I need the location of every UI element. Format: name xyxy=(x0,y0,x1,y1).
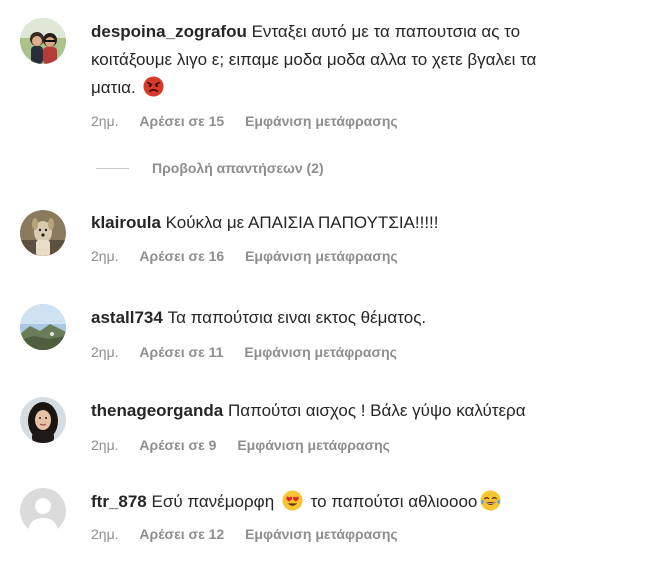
comment-meta: 2ημ. Αρέσει σε 12 Εμφάνιση μετάφρασης xyxy=(91,525,636,543)
comment-text-content: Κούκλα με ΑΠΑΙΣΙΑ ΠΑΠΟΥΤΣΙΑ!!!!! xyxy=(165,213,439,232)
avatar[interactable] xyxy=(20,397,66,443)
comment-username[interactable]: astall734 xyxy=(91,308,163,327)
comment-text-content: Παπούτσι αισχος ! Βάλε γύψο καλύτερα xyxy=(227,401,526,420)
avatar-photo-couple xyxy=(20,18,66,64)
show-translation-button[interactable]: Εμφάνιση μετάφρασης xyxy=(237,437,390,453)
comment-username[interactable]: thenageorganda xyxy=(91,401,223,420)
heart-eyes-emoji xyxy=(282,490,303,511)
comment-likes[interactable]: Αρέσει σε 9 xyxy=(139,437,216,453)
comment-text: astall734 Τα παπούτσια ειναι εκτος θέματ… xyxy=(91,304,636,332)
comment-text-content: Τα παπούτσια ειναι εκτος θέματος. xyxy=(167,308,427,327)
comment-username[interactable]: ftr_878 xyxy=(91,492,147,511)
comment-meta: 2ημ. Αρέσει σε 9 Εμφάνιση μετάφρασης xyxy=(91,436,636,454)
comment-meta: 2ημ. Αρέσει σε 11 Εμφάνιση μετάφρασης xyxy=(91,343,636,361)
comment-likes[interactable]: Αρέσει σε 16 xyxy=(139,248,224,264)
comment-likes[interactable]: Αρέσει σε 15 xyxy=(139,113,224,129)
comment-meta: 2ημ. Αρέσει σε 15 Εμφάνιση μετάφρασης xyxy=(91,112,636,130)
default-avatar-icon xyxy=(20,488,66,534)
comment-text: thenageorganda Παπούτσι αισχος ! Βάλε γύ… xyxy=(91,397,636,425)
comment-text-line2: κοιτάξουμε λιγο ε; ειπαμε μοδα μοδα αλλα… xyxy=(91,50,537,69)
comment-text-part1: Εσύ πανέμορφη xyxy=(151,492,275,511)
comment-text: klairoula Κούκλα με ΑΠΑΙΣΙΑ ΠΑΠΟΥΤΣΙΑ!!!… xyxy=(91,209,636,237)
show-translation-button[interactable]: Εμφάνιση μετάφρασης xyxy=(245,113,398,129)
show-translation-button[interactable]: Εμφάνιση μετάφρασης xyxy=(245,526,398,542)
comment-text: despoina_zografou Ενταξει αυτό με τα παπ… xyxy=(91,18,636,102)
comment-username[interactable]: klairoula xyxy=(91,213,161,232)
comment-meta: 2ημ. Αρέσει σε 16 Εμφάνιση μετάφρασης xyxy=(91,247,636,265)
comment-text-part2: το παπούτσι αθλιοοοο xyxy=(310,492,478,511)
comment-likes[interactable]: Αρέσει σε 12 xyxy=(139,526,224,542)
view-replies-button[interactable]: Προβολή απαντήσεων (2) xyxy=(152,159,324,177)
comment-text-line3: ματια. xyxy=(91,78,136,97)
comment-time: 2ημ. xyxy=(91,113,119,129)
comment-time: 2ημ. xyxy=(91,526,119,542)
tears-of-joy-emoji xyxy=(480,490,501,511)
avatar-photo-landscape xyxy=(20,304,66,350)
comment-time: 2ημ. xyxy=(91,437,119,453)
comment-likes[interactable]: Αρέσει σε 11 xyxy=(139,344,223,360)
replies-divider xyxy=(96,168,129,169)
comment-text: ftr_878 Εσύ πανέμορφη το παπούτσι αθλιοο… xyxy=(91,488,636,516)
avatar[interactable] xyxy=(20,488,66,534)
comment-time: 2ημ. xyxy=(91,344,119,360)
show-translation-button[interactable]: Εμφάνιση μετάφρασης xyxy=(244,344,397,360)
avatar[interactable] xyxy=(20,210,66,256)
angry-face-emoji xyxy=(143,76,164,97)
avatar-photo-dog xyxy=(20,210,66,256)
show-translation-button[interactable]: Εμφάνιση μετάφρασης xyxy=(245,248,398,264)
avatar-photo-woman xyxy=(20,397,66,443)
comment-text-line1: Ενταξει αυτό με τα παπουτσια ας το xyxy=(251,22,521,41)
comment-username[interactable]: despoina_zografou xyxy=(91,22,247,41)
avatar[interactable] xyxy=(20,304,66,350)
avatar[interactable] xyxy=(20,18,66,64)
comment-time: 2ημ. xyxy=(91,248,119,264)
